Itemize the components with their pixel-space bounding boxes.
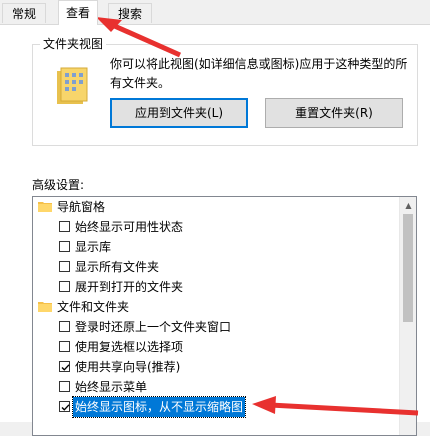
advanced-settings-label: 高级设置: — [32, 178, 85, 192]
option-checkbox-checked[interactable] — [59, 361, 70, 372]
tab-view-label: 查看 — [65, 6, 90, 20]
option-checkbox[interactable] — [59, 341, 70, 352]
tree-group-label: 文件和文件夹 — [57, 300, 130, 314]
folder-view-description: 你可以将此视图(如详细信息或图标)应用于这种类型的所有文件夹。 — [110, 57, 408, 90]
option-row[interactable]: 登录时还原上一个文件夹窗口 — [33, 317, 399, 337]
tree-group-label: 导航窗格 — [57, 200, 106, 214]
option-label: 始终显示图标，从不显示缩略图 — [71, 396, 247, 418]
option-label: 始终显示可用性状态 — [75, 220, 184, 234]
tab-search[interactable]: 搜索 — [108, 3, 152, 23]
option-label: 使用共享向导(推荐) — [75, 360, 181, 374]
option-checkbox[interactable] — [59, 221, 70, 232]
tab-view[interactable]: 查看 — [58, 0, 98, 25]
option-checkbox[interactable] — [59, 281, 70, 292]
scrollbar-thumb[interactable] — [403, 214, 413, 322]
tab-general[interactable]: 常规 — [2, 3, 46, 23]
option-label: 显示库 — [75, 240, 112, 254]
advanced-settings-list[interactable]: 导航窗格 始终显示可用性状态 显示库 显示所有文件夹 展开到打开的文件夹 文件和… — [32, 196, 417, 436]
apply-to-folders-button[interactable]: 应用到文件夹(L) — [110, 98, 248, 128]
tree-group-files-folders: 文件和文件夹 — [33, 297, 399, 317]
checkmark-icon — [61, 404, 70, 411]
scroll-up-icon[interactable]: ▲ — [400, 197, 416, 214]
tab-search-label: 搜索 — [117, 7, 142, 21]
folder-view-title: 文件夹视图 — [40, 36, 107, 52]
option-label: 登录时还原上一个文件夹窗口 — [75, 320, 232, 334]
option-row[interactable]: 使用复选框以选择项 — [33, 337, 399, 357]
option-checkbox-checked[interactable] — [59, 401, 70, 412]
folder-icon — [38, 202, 52, 212]
option-label: 显示所有文件夹 — [75, 260, 160, 274]
option-label: 始终显示菜单 — [75, 380, 148, 394]
option-checkbox[interactable] — [59, 381, 70, 392]
option-row[interactable]: 显示库 — [33, 237, 399, 257]
option-row[interactable]: 展开到打开的文件夹 — [33, 277, 399, 297]
folder-view-icon — [57, 67, 88, 104]
vertical-scrollbar[interactable]: ▲ — [399, 197, 416, 435]
tab-strip: 常规 查看 搜索 — [0, 0, 430, 25]
checkmark-icon — [61, 364, 70, 371]
option-row-selected[interactable]: 始终显示图标，从不显示缩略图 — [33, 396, 399, 418]
option-checkbox[interactable] — [59, 241, 70, 252]
option-row[interactable]: 使用共享向导(推荐) — [33, 357, 399, 377]
option-checkbox[interactable] — [59, 261, 70, 272]
folder-icon — [38, 302, 52, 312]
option-row[interactable]: 显示所有文件夹 — [33, 257, 399, 277]
option-row[interactable]: 始终显示菜单 — [33, 377, 399, 397]
option-checkbox[interactable] — [59, 321, 70, 332]
option-label: 使用复选框以选择项 — [75, 340, 184, 354]
tab-general-label: 常规 — [11, 7, 36, 21]
option-row[interactable]: 始终显示可用性状态 — [33, 217, 399, 237]
option-label: 展开到打开的文件夹 — [75, 280, 184, 294]
tree-group-navigation-pane: 导航窗格 — [33, 197, 399, 217]
reset-folders-button[interactable]: 重置文件夹(R) — [265, 98, 403, 128]
